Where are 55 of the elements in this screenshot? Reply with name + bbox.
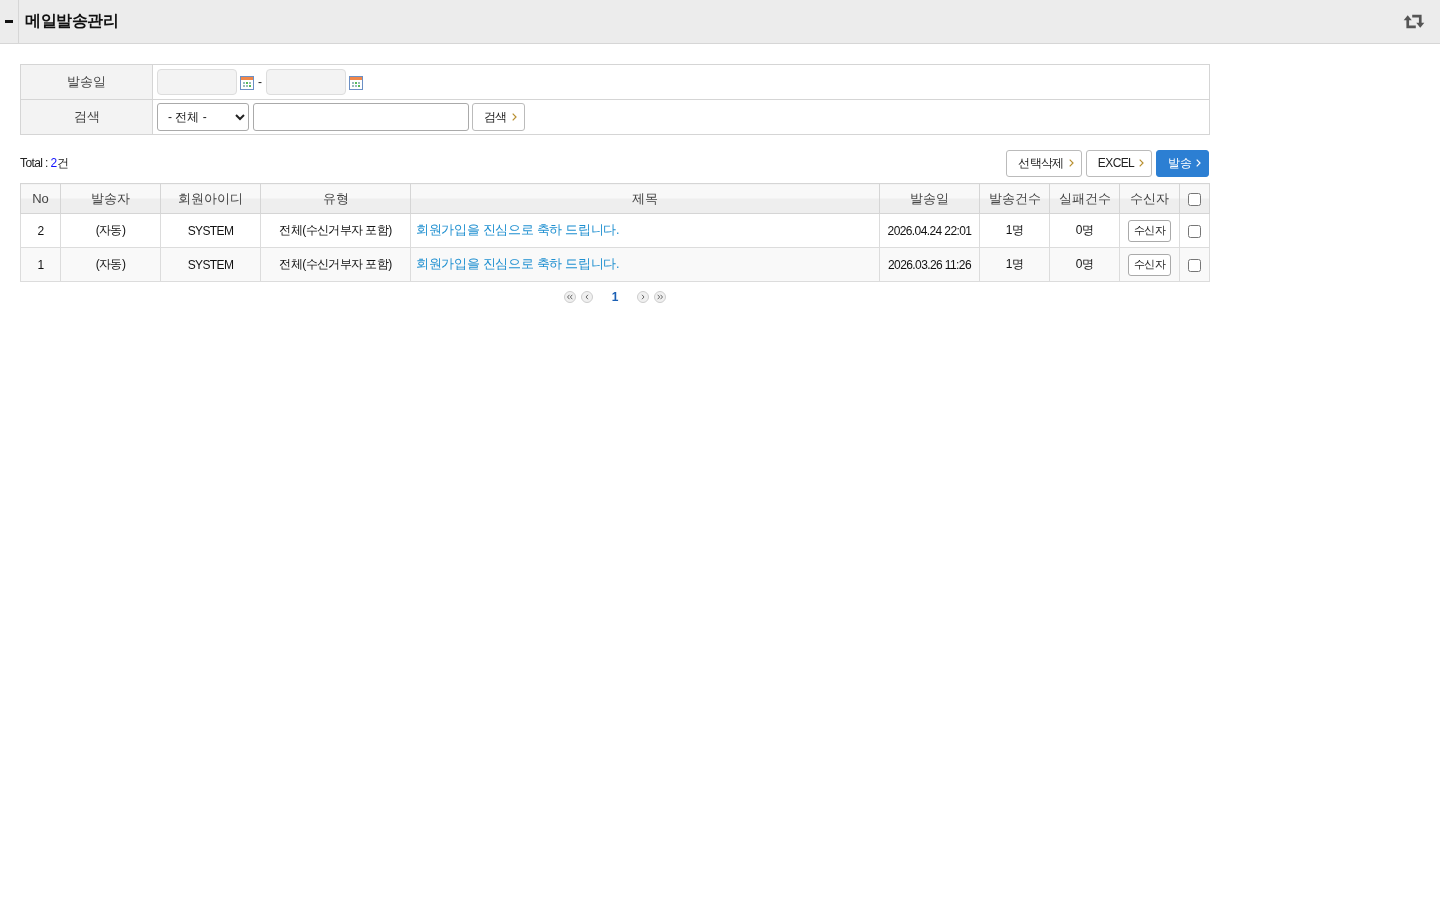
total-count-text: Total : 2건	[20, 154, 69, 172]
date-from-input[interactable]	[157, 69, 237, 95]
column-header: No	[20, 183, 61, 214]
recipients-button[interactable]: 수신자	[1127, 219, 1172, 242]
search-select[interactable]: - 전체 -	[157, 103, 249, 131]
table-cell: 0명	[1049, 213, 1120, 248]
table-cell: (자동)	[60, 247, 161, 282]
chevron-right-icon	[1068, 159, 1074, 167]
table-cell: 0명	[1049, 247, 1120, 282]
page-link[interactable]: 1	[611, 290, 619, 304]
column-header: 제목	[410, 183, 880, 214]
date-separator: -	[258, 75, 262, 89]
table-cell: SYSTEM	[160, 247, 261, 282]
calendar-icon[interactable]	[240, 76, 254, 90]
table-cell: 전체(수신거부자 포함)	[260, 247, 411, 282]
column-header: 발송자	[60, 183, 161, 214]
next-page-icon[interactable]	[637, 291, 650, 303]
table-cell: 1	[20, 247, 61, 282]
column-header: 발송건수	[979, 183, 1050, 214]
date-to-input[interactable]	[266, 69, 346, 95]
column-header: 회원아이디	[160, 183, 261, 214]
page-title: 메일발송관리	[25, 11, 118, 31]
calendar-icon[interactable]	[349, 76, 363, 90]
refresh-icon[interactable]	[1402, 13, 1426, 30]
action-button[interactable]: EXCEL	[1085, 149, 1153, 177]
table-cell: 2	[20, 213, 61, 248]
filter-label: 발송일	[20, 64, 153, 100]
previous-page-icon[interactable]	[580, 291, 593, 303]
action-button[interactable]: 발송	[1156, 149, 1209, 177]
column-header: 발송일	[879, 183, 980, 214]
row-checkbox[interactable]	[1188, 258, 1201, 272]
table-cell: 2026.03.26 11:26	[879, 247, 980, 282]
chevron-right-icon	[1196, 159, 1201, 167]
subject-link[interactable]: 회원가입을 진심으로 축하 드립니다.	[416, 257, 620, 271]
column-header: 실패건수	[1049, 183, 1120, 214]
table-cell: 2026.04.24 22:01	[879, 213, 980, 248]
table-cell: 1명	[979, 213, 1050, 248]
table-cell: 전체(수신거부자 포함)	[260, 213, 411, 248]
subject-link[interactable]: 회원가입을 진심으로 축하 드립니다.	[416, 223, 620, 237]
first-page-icon[interactable]	[563, 291, 576, 303]
chevron-right-icon	[1139, 159, 1145, 167]
table-cell: (자동)	[60, 213, 161, 248]
table-cell: 1명	[979, 247, 1050, 282]
row-checkbox[interactable]	[1188, 224, 1201, 238]
select-all-checkbox[interactable]	[1188, 193, 1201, 207]
last-page-icon[interactable]	[654, 291, 667, 303]
recipients-button[interactable]: 수신자	[1127, 253, 1172, 276]
chevron-right-icon	[511, 113, 517, 121]
action-button[interactable]: 선택삭제	[1006, 149, 1082, 177]
search-button[interactable]: 검색	[472, 103, 525, 131]
column-header: 수신자	[1119, 183, 1180, 214]
search-input[interactable]	[253, 103, 469, 131]
table-cell: SYSTEM	[160, 213, 261, 248]
column-header: 유형	[260, 183, 411, 214]
filter-label: 검색	[20, 99, 153, 135]
